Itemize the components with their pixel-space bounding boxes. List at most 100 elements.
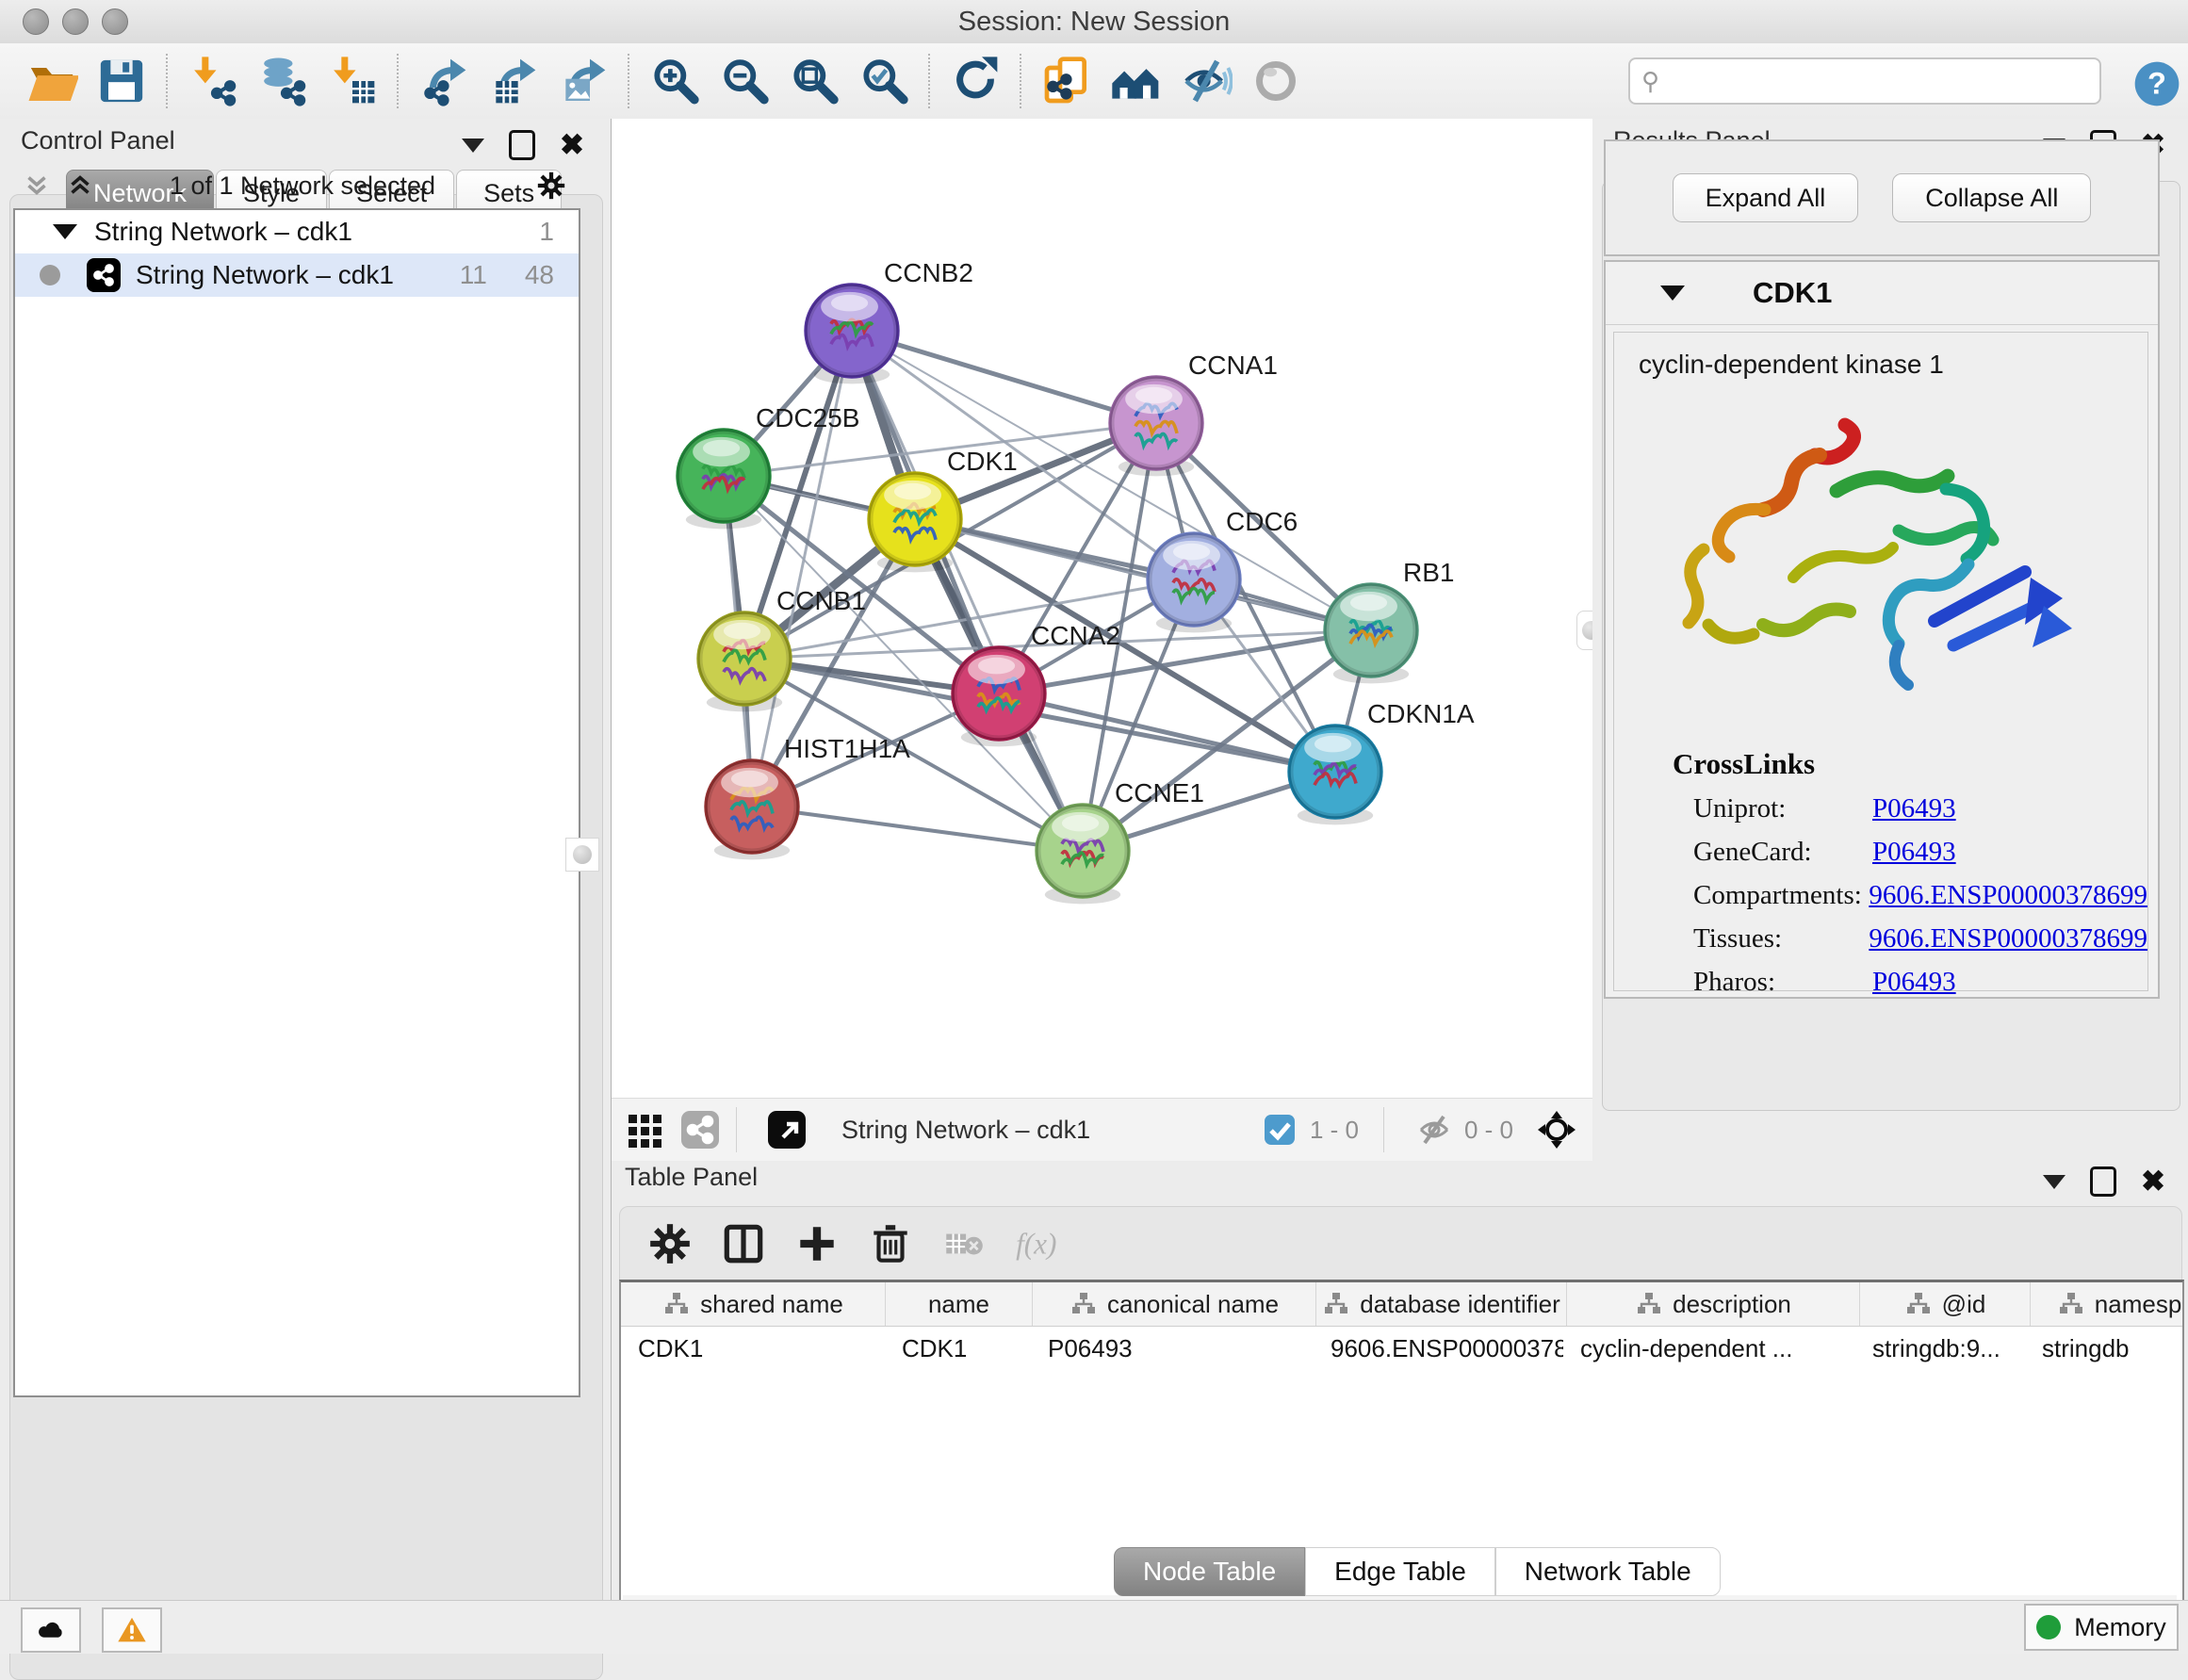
expand-all-button[interactable]: Expand All [1673,173,1859,222]
home-icon[interactable] [1107,52,1166,110]
column-header-namespace[interactable]: namespace [2031,1282,2184,1326]
help-icon[interactable]: ? [2128,55,2186,113]
crosslink-link[interactable]: P06493 [1872,967,1956,998]
zoom-fit-icon[interactable] [785,52,843,110]
cloud-button[interactable] [21,1607,81,1653]
node-CDC6[interactable]: CDC6 [1148,507,1298,632]
gene-expand-caret-icon[interactable] [1660,285,1685,301]
node-label-CCNB1: CCNB1 [776,586,866,615]
svg-text:f(x): f(x) [1016,1227,1056,1260]
crosslink-row: Tissues:9606.ENSP00000378699 [1693,923,2147,954]
settings-icon[interactable] [646,1220,694,1267]
control-panel-close-icon[interactable]: ✖ [560,133,584,157]
edge-CCNE1-HIST1H1A[interactable] [752,807,1083,851]
column-header-database-identifier[interactable]: database identifier [1316,1282,1567,1326]
column-label: namespace [2095,1290,2184,1319]
delete-table-icon [940,1220,988,1267]
crosslinks-section: CrossLinks Uniprot:P06493GeneCard:P06493… [1614,747,2147,998]
zoom-in-icon[interactable] [645,52,704,110]
column-header-canonical-name[interactable]: canonical name [1033,1282,1316,1326]
crosslink-link[interactable]: 9606.ENSP00000378699 [1869,880,2147,911]
collection-expand-caret-icon[interactable] [53,224,77,239]
results-buttons-row: Expand All Collapse All [1604,139,2160,256]
tab-node-table[interactable]: Node Table [1114,1547,1305,1596]
show-hidden-icon[interactable] [1247,52,1305,110]
add-icon[interactable] [793,1220,841,1267]
import-table-icon[interactable] [323,52,382,110]
left-splitter-grip[interactable] [565,838,599,872]
hide-unselected-icon[interactable] [1177,52,1235,110]
crosslink-link[interactable]: 9606.ENSP00000378699 [1869,923,2147,954]
zoom-out-icon[interactable] [715,52,774,110]
search-icon: ⚲ [1641,67,1659,96]
column-header-shared-name[interactable]: shared name [621,1282,886,1326]
edge-CCNB2-CCNE1[interactable] [852,331,1083,851]
expand-all-networks-icon[interactable] [64,170,96,202]
cell-description[interactable]: cyclin-dependent ... [1563,1327,1855,1370]
export-table-icon[interactable] [484,52,543,110]
selected-nodes-checkbox-icon[interactable] [1259,1109,1300,1150]
refresh-icon[interactable] [946,52,1004,110]
crosslink-link[interactable]: P06493 [1872,837,1956,868]
node-CCNB2[interactable]: CCNB2 [806,258,973,383]
column-header-description[interactable]: description [1567,1282,1860,1326]
column-header--id[interactable]: @id [1860,1282,2031,1326]
network-collection-row[interactable]: String Network – cdk1 1 [15,210,579,253]
birdseye-grid-icon[interactable] [625,1109,666,1150]
cell-namespace[interactable]: stringdb [2025,1327,2184,1370]
window-close-button[interactable] [23,8,49,35]
control-panel-float-icon[interactable] [509,130,535,160]
string-style-icon[interactable] [679,1109,721,1150]
open-session-icon[interactable] [23,52,81,110]
network-view-toolbar: String Network – cdk1 1 - 0 0 - 0 [612,1098,1592,1162]
collapse-all-networks-icon[interactable] [21,170,53,202]
import-network-icon[interactable] [184,52,242,110]
control-panel: Control Panel ✖ NetworkStyleSelectSets 1… [0,119,612,1600]
columns-icon[interactable] [720,1220,767,1267]
crosslink-label: Uniprot: [1693,793,1872,824]
cell-canonical-name[interactable]: P06493 [1031,1327,1314,1370]
tab-edge-table[interactable]: Edge Table [1305,1547,1495,1596]
crosslink-link[interactable]: P06493 [1872,793,1956,824]
search-input[interactable] [1667,67,2099,95]
network-options-gear-icon[interactable] [535,170,567,202]
share-document-icon[interactable] [1037,52,1096,110]
cell--id[interactable]: stringdb:9... [1855,1327,2025,1370]
window-minimize-button[interactable] [62,8,89,35]
cell-database-identifier[interactable]: 9606.ENSP00000378699 [1314,1327,1563,1370]
table-panel: Table Panel ✖ f(x) shared namenamecanoni… [612,1161,2188,1600]
collapse-all-button[interactable]: Collapse All [1892,173,2091,222]
detach-view-icon[interactable] [766,1109,808,1150]
network-row[interactable]: String Network – cdk1 11 48 [15,253,579,297]
import-database-icon[interactable] [253,52,312,110]
fit-content-crosshair-icon[interactable] [1536,1109,1577,1150]
node-HIST1H1A[interactable]: HIST1H1A [706,734,910,859]
column-header-name[interactable]: name [886,1282,1033,1326]
export-network-icon[interactable] [415,52,473,110]
gene-section-header[interactable]: CDK1 [1606,262,2158,325]
node-CDK1[interactable]: CDK1 [869,447,1018,572]
toolbar-divider [1020,54,1022,108]
crosslink-label: Compartments: [1693,880,1869,911]
memory-button[interactable]: Memory [2024,1604,2179,1651]
delete-icon[interactable] [867,1220,914,1267]
table-row[interactable]: CDK1CDK1P064939606.ENSP00000378699cyclin… [621,1327,2182,1370]
table-panel-close-icon[interactable]: ✖ [2141,1169,2165,1194]
table-panel-collapse-icon[interactable] [2043,1175,2066,1189]
status-bar: Memory [0,1600,2188,1654]
warning-button[interactable] [102,1607,162,1653]
network-canvas[interactable]: CCNB2CCNA1CDC25BCDK1CDC6RB1CCNB1CCNA2CDK… [612,119,1593,1098]
cell-shared-name[interactable]: CDK1 [621,1327,885,1370]
cell-name[interactable]: CDK1 [885,1327,1031,1370]
table-panel-float-icon[interactable] [2090,1166,2116,1197]
save-session-icon[interactable] [92,52,151,110]
zoom-selected-icon[interactable] [855,52,913,110]
export-image-icon[interactable] [554,52,612,110]
window-zoom-button[interactable] [102,8,128,35]
node-CCNE1[interactable]: CCNE1 [1037,778,1204,904]
tab-network-table[interactable]: Network Table [1495,1547,1721,1596]
toolbar-divider [397,54,400,108]
node-CDKN1A[interactable]: CDKN1A [1289,699,1475,824]
control-panel-collapse-icon[interactable] [462,139,484,153]
node-RB1[interactable]: RB1 [1325,558,1454,683]
